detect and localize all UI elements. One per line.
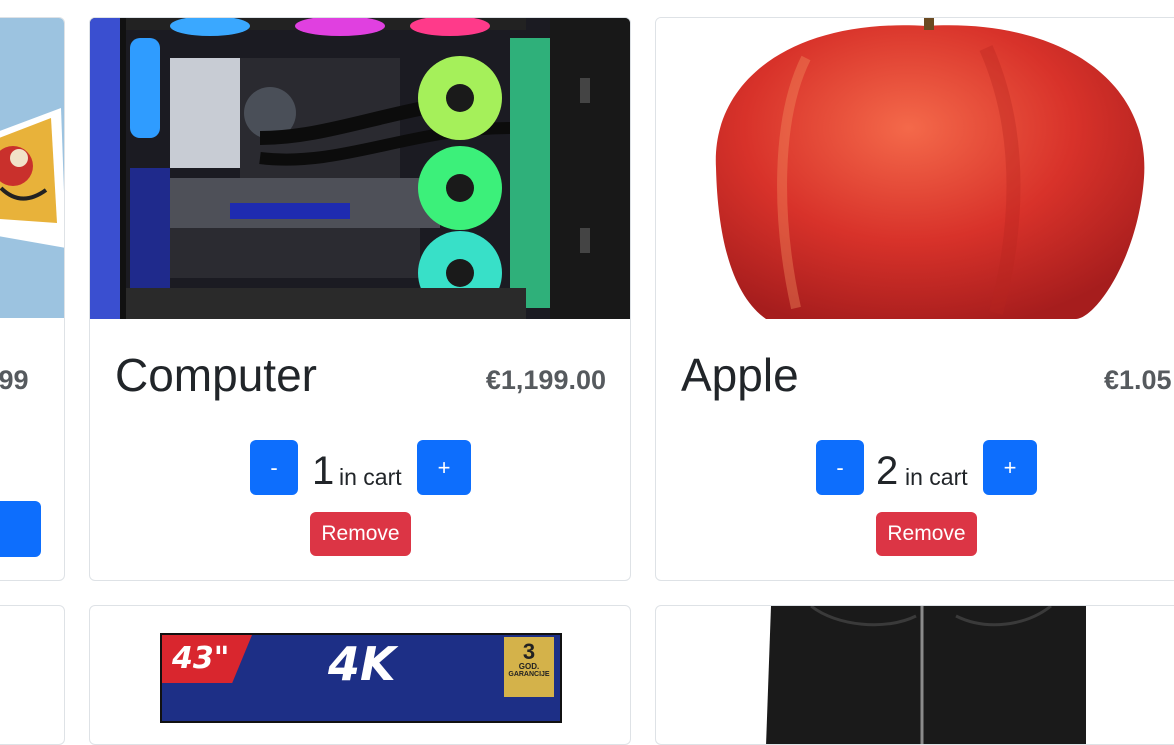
cart-quantity: 1 [312,449,335,493]
product-name: Apple [681,349,799,401]
remove-button[interactable]: Remove [876,512,977,556]
product-card-computer: Computer €1,199.00 - 1 in cart + Remove [89,17,631,581]
product-price: .99 [0,365,29,395]
increase-quantity-button[interactable]: + [417,440,471,495]
product-image [0,18,64,318]
in-cart-label: in cart [905,464,968,490]
sticker-illustration [0,108,64,248]
tv-resolution: 4K [328,637,396,691]
tv-size-badge: 43" [162,635,252,683]
decrease-quantity-button[interactable]: - [816,440,864,495]
product-card [0,605,65,745]
computer-image [90,18,630,319]
add-to-cart-button[interactable] [0,501,41,557]
apple-image [715,18,1145,319]
product-image [90,18,630,319]
decrease-quantity-button[interactable]: - [250,440,298,495]
increase-quantity-button[interactable]: + [983,440,1037,495]
guarantee-badge: 3 GOD. GARANCIJE [504,637,554,697]
product-image [656,18,1174,319]
tv-image: 43" 4K 3 GOD. GARANCIJE [160,633,562,723]
product-card: .99 [0,17,65,581]
cart-quantity: 2 [876,449,899,493]
product-card-jacket [655,605,1174,745]
in-cart-label: in cart [339,464,402,490]
product-price: €1.05 [1104,365,1172,395]
product-card-apple: Apple €1.05 - 2 in cart + Remove [655,17,1174,581]
product-card-tv: 43" 4K 3 GOD. GARANCIJE [89,605,631,745]
product-name: Computer [115,349,317,401]
product-price: €1,199.00 [485,365,606,395]
jacket-image [766,606,1086,744]
remove-button[interactable]: Remove [310,512,411,556]
